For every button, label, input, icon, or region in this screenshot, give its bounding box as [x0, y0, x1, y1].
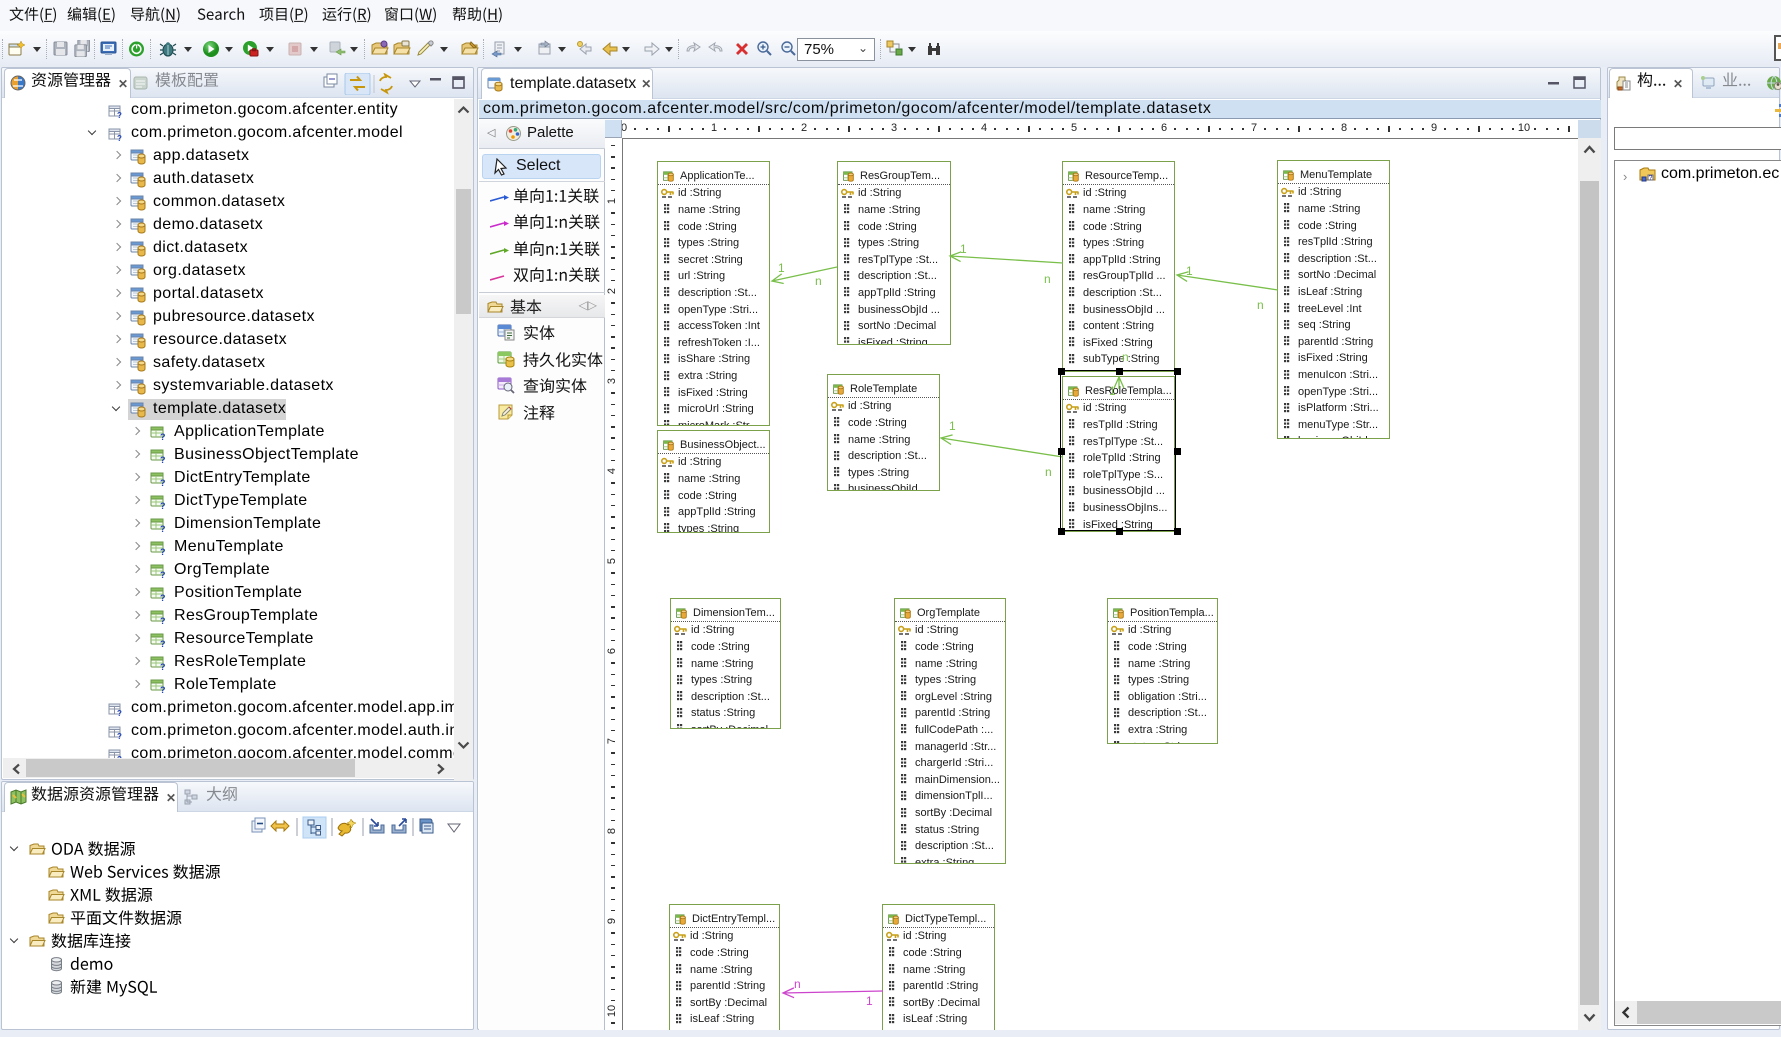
svg-text:n: n [794, 977, 801, 991]
svg-text:?: ? [160, 593, 166, 602]
svg-text:n: n [815, 274, 822, 288]
svg-text:n: n [1044, 272, 1051, 286]
svg-text:n: n [1122, 350, 1129, 364]
svg-text:n: n [1257, 298, 1264, 312]
svg-text:?: ? [160, 662, 166, 671]
svg-text:1: 1 [949, 419, 956, 433]
svg-text:?: ? [160, 478, 166, 487]
svg-text:1: 1 [778, 261, 785, 275]
svg-text:?: ? [160, 547, 166, 556]
svg-text:?: ? [117, 709, 122, 717]
svg-text:1: 1 [1186, 264, 1193, 278]
svg-text:?: ? [160, 501, 166, 510]
svg-text:?: ? [160, 616, 166, 625]
svg-text:1: 1 [960, 242, 967, 256]
svg-text:n: n [1045, 465, 1052, 479]
svg-text:?: ? [117, 134, 122, 142]
svg-text:?: ? [117, 111, 122, 119]
svg-text:?: ? [160, 685, 166, 694]
svg-text:?: ? [160, 524, 166, 533]
svg-text:?: ? [160, 639, 166, 648]
svg-text:?: ? [117, 732, 122, 740]
svg-text:?: ? [160, 570, 166, 579]
svg-text:?: ? [160, 432, 166, 441]
svg-text:?: ? [160, 455, 166, 464]
svg-text:1: 1 [866, 994, 873, 1008]
svg-text:?: ? [1649, 175, 1653, 182]
